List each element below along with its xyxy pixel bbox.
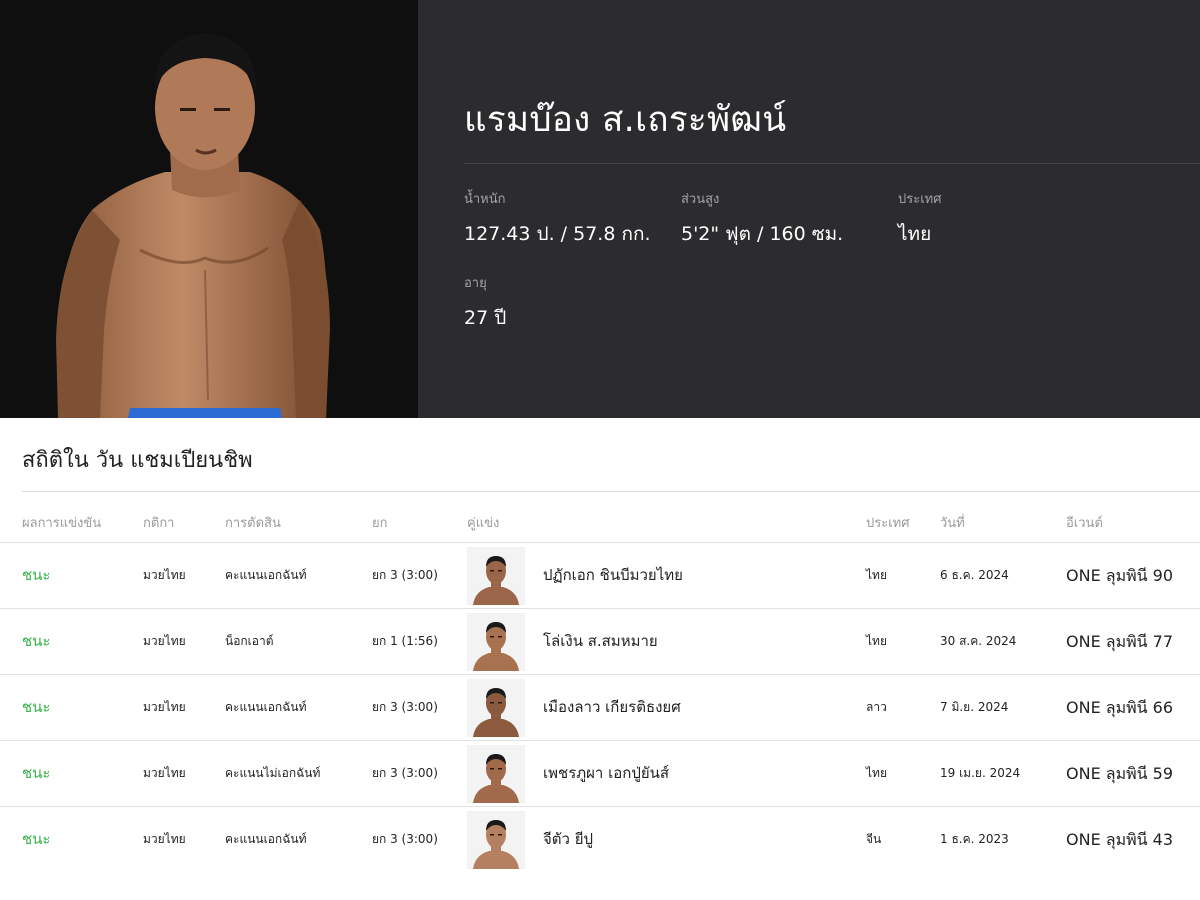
event-link[interactable]: ONE ลุมพินี 90 bbox=[1066, 543, 1173, 608]
col-header-sport: กติกา bbox=[143, 516, 175, 531]
date-cell: 7 มิ.ย. 2024 bbox=[940, 700, 1009, 714]
opponent-headshot-image bbox=[467, 679, 525, 737]
opponent-link[interactable]: เมืองลาว เกียรติธงยศ bbox=[543, 675, 681, 740]
country-cell: ไทย bbox=[866, 634, 887, 648]
opponent-avatar[interactable] bbox=[467, 613, 525, 671]
col-header-result: ผลการแข่งขัน bbox=[22, 516, 102, 531]
fight-record-section: สถิติใน วัน แชมเปียนชิพ ผลการแข่งขัน กติ… bbox=[0, 418, 1200, 900]
opponent-avatar[interactable] bbox=[467, 547, 525, 605]
stat-weight: น้ำหนัก 127.43 ป. / 57.8 กก. bbox=[464, 188, 651, 249]
record-table: ชนะ มวยไทย คะแนนเอกฉันท์ ยก 3 (3:00) ปฏั… bbox=[0, 542, 1200, 872]
col-header-round: ยก bbox=[372, 516, 388, 531]
result-cell: ชนะ bbox=[22, 632, 51, 650]
opponent-link[interactable]: ปฏักเอก ชินบีมวยไทย bbox=[543, 543, 683, 608]
col-header-date: วันที่ bbox=[940, 516, 965, 531]
event-link[interactable]: ONE ลุมพินี 77 bbox=[1066, 609, 1173, 674]
sport-cell: มวยไทย bbox=[143, 832, 186, 846]
opponent-link[interactable]: จีตัว ยีปู bbox=[543, 807, 593, 872]
hero-divider bbox=[464, 163, 1200, 164]
country-cell: จีน bbox=[866, 832, 882, 846]
round-cell: ยก 3 (3:00) bbox=[372, 700, 438, 714]
country-label: ประเทศ bbox=[898, 192, 942, 207]
stat-height: ส่วนสูง 5'2" ฟุต / 160 ซม. bbox=[681, 188, 843, 249]
table-row[interactable]: ชนะ มวยไทย คะแนนเอกฉันท์ ยก 3 (3:00) จีต… bbox=[0, 806, 1200, 872]
opponent-headshot-image bbox=[467, 745, 525, 803]
table-row[interactable]: ชนะ มวยไทย คะแนนเอกฉันท์ ยก 3 (3:00) เมื… bbox=[0, 674, 1200, 740]
stat-age: อายุ 27 ปี bbox=[464, 272, 506, 333]
height-label: ส่วนสูง bbox=[681, 192, 720, 207]
method-cell: คะแนนเอกฉันท์ bbox=[225, 568, 307, 582]
table-row[interactable]: ชนะ มวยไทย คะแนนเอกฉันท์ ยก 3 (3:00) ปฏั… bbox=[0, 542, 1200, 608]
fighter-photo bbox=[0, 0, 418, 418]
weight-value: 127.43 ป. / 57.8 กก. bbox=[464, 223, 651, 245]
age-value: 27 ปี bbox=[464, 307, 507, 329]
stat-country: ประเทศ ไทย bbox=[898, 188, 941, 249]
event-link[interactable]: ONE ลุมพินี 43 bbox=[1066, 807, 1173, 872]
fighter-name: แรมบ๊อง ส.เถระพัฒน์ bbox=[464, 100, 787, 140]
country-cell: ลาว bbox=[866, 700, 887, 714]
fighter-info: แรมบ๊อง ส.เถระพัฒน์ น้ำหนัก 127.43 ป. / … bbox=[418, 0, 1200, 418]
col-header-event: อีเวนต์ bbox=[1066, 516, 1103, 531]
country-cell: ไทย bbox=[866, 766, 887, 780]
method-cell: คะแนนเอกฉันท์ bbox=[225, 832, 307, 846]
opponent-headshot-image bbox=[467, 547, 525, 605]
table-row[interactable]: ชนะ มวยไทย คะแนนไม่เอกฉันท์ ยก 3 (3:00) … bbox=[0, 740, 1200, 806]
opponent-avatar[interactable] bbox=[467, 745, 525, 803]
opponent-link[interactable]: โล่เงิน ส.สมหมาย bbox=[543, 609, 658, 674]
sport-cell: มวยไทย bbox=[143, 700, 186, 714]
height-value: 5'2" ฟุต / 160 ซม. bbox=[681, 223, 844, 245]
sport-cell: มวยไทย bbox=[143, 634, 186, 648]
col-header-method: การตัดสิน bbox=[225, 516, 281, 531]
result-cell: ชนะ bbox=[22, 698, 51, 716]
opponent-avatar[interactable] bbox=[467, 811, 525, 869]
weight-label: น้ำหนัก bbox=[464, 192, 506, 207]
method-cell: คะแนนไม่เอกฉันท์ bbox=[225, 766, 321, 780]
date-cell: 6 ธ.ค. 2024 bbox=[940, 568, 1009, 582]
country-value: ไทย bbox=[898, 223, 932, 245]
method-cell: คะแนนเอกฉันท์ bbox=[225, 700, 307, 714]
round-cell: ยก 3 (3:00) bbox=[372, 766, 438, 780]
result-cell: ชนะ bbox=[22, 566, 51, 584]
date-cell: 30 ส.ค. 2024 bbox=[940, 634, 1017, 648]
sport-cell: มวยไทย bbox=[143, 766, 186, 780]
country-cell: ไทย bbox=[866, 568, 887, 582]
opponent-headshot-image bbox=[467, 811, 525, 869]
round-cell: ยก 3 (3:00) bbox=[372, 568, 438, 582]
event-link[interactable]: ONE ลุมพินี 59 bbox=[1066, 741, 1173, 806]
record-divider bbox=[22, 491, 1200, 492]
fighter-portrait-image bbox=[56, 33, 330, 418]
sport-cell: มวยไทย bbox=[143, 568, 186, 582]
date-cell: 19 เม.ย. 2024 bbox=[940, 766, 1021, 780]
method-cell: น็อกเอาต์ bbox=[225, 634, 274, 648]
event-link[interactable]: ONE ลุมพินี 66 bbox=[1066, 675, 1173, 740]
table-row[interactable]: ชนะ มวยไทย น็อกเอาต์ ยก 1 (1:56) โล่เงิน… bbox=[0, 608, 1200, 674]
opponent-link[interactable]: เพชรภูผา เอกปู่ยันส์ bbox=[543, 741, 669, 806]
result-cell: ชนะ bbox=[22, 764, 51, 782]
date-cell: 1 ธ.ค. 2023 bbox=[940, 832, 1009, 846]
result-cell: ชนะ bbox=[22, 830, 51, 848]
age-label: อายุ bbox=[464, 276, 487, 291]
opponent-headshot-image bbox=[467, 613, 525, 671]
round-cell: ยก 1 (1:56) bbox=[372, 634, 438, 648]
col-header-opponent: คู่แข่ง bbox=[467, 516, 500, 531]
opponent-avatar[interactable] bbox=[467, 679, 525, 737]
fighter-hero: แรมบ๊อง ส.เถระพัฒน์ น้ำหนัก 127.43 ป. / … bbox=[0, 0, 1200, 418]
round-cell: ยก 3 (3:00) bbox=[372, 832, 438, 846]
col-header-country: ประเทศ bbox=[866, 516, 910, 531]
record-title: สถิติใน วัน แชมเปียนชิพ bbox=[22, 448, 253, 473]
